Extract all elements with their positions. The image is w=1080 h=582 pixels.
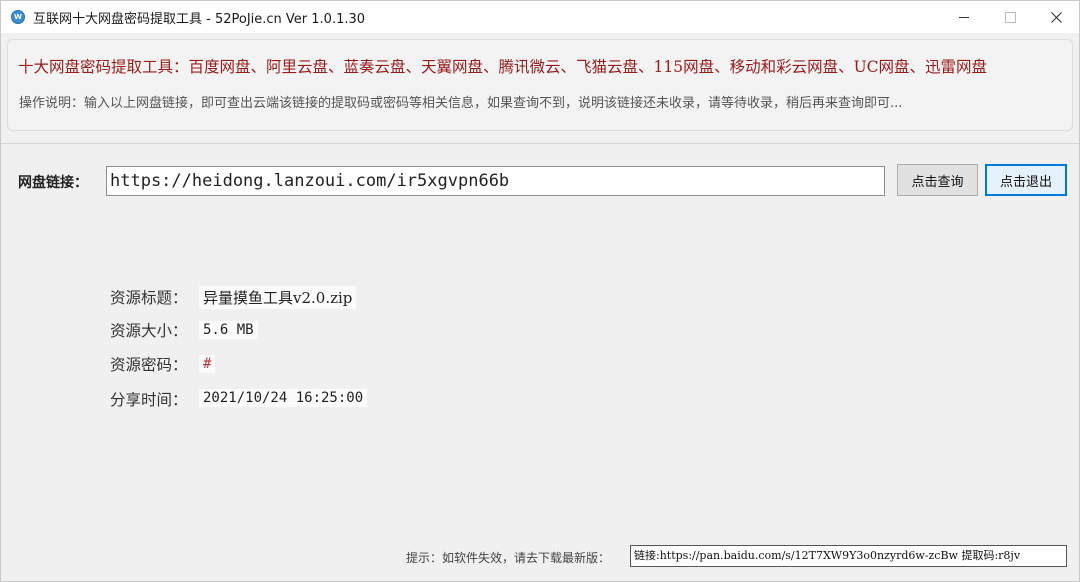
resource-size-value: 5.6 MB: [199, 321, 258, 339]
info-panel: 十大网盘密码提取工具：百度网盘、阿里云盘、蓝奏云盘、天翼网盘、腾讯微云、飞猫云盘…: [7, 39, 1073, 131]
exit-button[interactable]: 点击退出: [985, 164, 1067, 196]
close-icon[interactable]: [1033, 1, 1079, 33]
app-window: W 互联网十大网盘密码提取工具 - 52PoJie.cn Ver 1.0.1.3…: [0, 0, 1080, 582]
instructions-text: 操作说明：输入以上网盘链接，即可查出云端该链接的提取码或密码等相关信息，如果查询…: [19, 96, 903, 111]
divider: [1, 143, 1079, 144]
share-time-label: 分享时间：: [110, 391, 188, 409]
link-input[interactable]: [106, 166, 885, 196]
update-hint: 提示：如软件失效，请去下载最新版：: [406, 551, 611, 565]
title-bar[interactable]: W 互联网十大网盘密码提取工具 - 52PoJie.cn Ver 1.0.1.3…: [1, 1, 1079, 33]
resource-password-label: 资源密码：: [110, 356, 188, 374]
app-icon: W: [11, 10, 25, 24]
window-title: 互联网十大网盘密码提取工具 - 52PoJie.cn Ver 1.0.1.30: [33, 11, 366, 27]
window-controls: [941, 1, 1079, 33]
supported-drives-text: 十大网盘密码提取工具：百度网盘、阿里云盘、蓝奏云盘、天翼网盘、腾讯微云、飞猫云盘…: [18, 58, 988, 76]
resource-password-value: #: [199, 355, 216, 373]
query-button[interactable]: 点击查询: [897, 164, 978, 196]
minimize-icon[interactable]: [941, 1, 987, 33]
resource-size-label: 资源大小：: [110, 322, 188, 340]
maximize-icon: [987, 1, 1033, 33]
link-label: 网盘链接：: [18, 175, 88, 191]
resource-title-value: 异量摸鱼工具v2.0.zip: [199, 286, 357, 309]
download-link-field[interactable]: 链接:https://pan.baidu.com/s/12T7XW9Y3o0nz…: [630, 545, 1067, 567]
app-icon-label: W: [14, 12, 22, 21]
share-time-value: 2021/10/24 16:25:00: [199, 389, 368, 407]
resource-title-label: 资源标题：: [110, 289, 188, 307]
